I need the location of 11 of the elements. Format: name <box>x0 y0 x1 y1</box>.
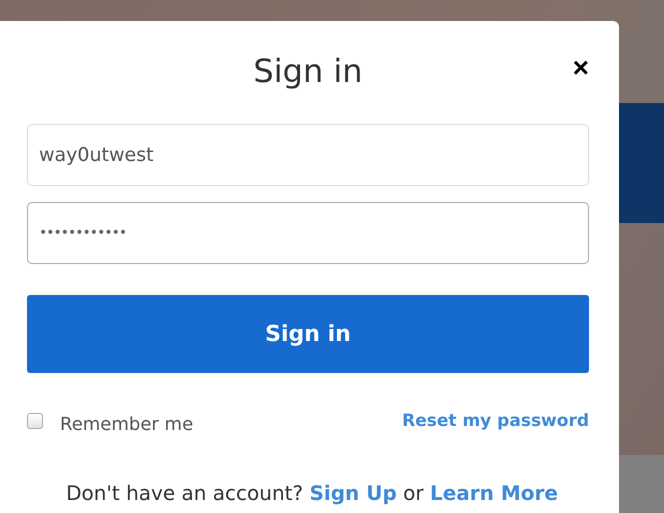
remember-label: Remember me <box>60 414 194 434</box>
learn-more-link[interactable]: Learn More <box>430 481 558 505</box>
username-field[interactable]: way0utwest <box>27 124 589 186</box>
reset-password-link[interactable]: Reset my password <box>402 411 589 431</box>
remember-checkbox[interactable] <box>27 413 43 429</box>
sign-in-button[interactable]: Sign in <box>27 295 589 373</box>
sign-up-link[interactable]: Sign Up <box>309 481 397 505</box>
password-field[interactable]: •••••••••••• <box>27 202 589 264</box>
dialog-title: Sign in <box>253 52 363 90</box>
signup-prompt: Don't have an account? Sign Up or Learn More <box>65 481 559 505</box>
close-button[interactable]: × <box>572 54 589 82</box>
